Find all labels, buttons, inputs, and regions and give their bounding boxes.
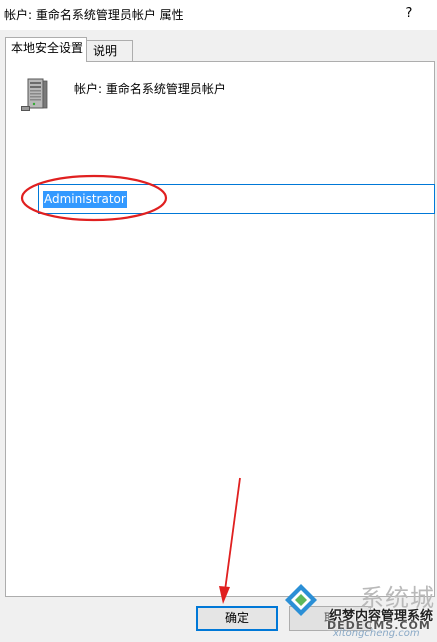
tab-explain[interactable]: 说明 bbox=[87, 40, 133, 62]
tab-local-security-setting[interactable]: 本地安全设置 bbox=[5, 37, 87, 62]
window-title: 帐户: 重命名系统管理员帐户 属性 bbox=[4, 8, 184, 22]
account-name-input[interactable]: Administrator bbox=[38, 184, 435, 214]
policy-name-label: 帐户: 重命名系统管理员帐户 bbox=[74, 82, 226, 96]
server-icon bbox=[21, 78, 48, 111]
account-name-value: Administrator bbox=[43, 191, 127, 208]
watermark-logo-icon bbox=[285, 584, 317, 616]
watermark-line3: xitongcheng.com bbox=[333, 628, 420, 639]
help-button[interactable]: ? bbox=[399, 5, 419, 23]
ok-button[interactable]: 确定 bbox=[196, 606, 278, 631]
tab-panel: 帐户: 重命名系统管理员帐户 Administrator bbox=[5, 61, 435, 597]
title-bar: 帐户: 重命名系统管理员帐户 属性 ? bbox=[0, 0, 437, 30]
